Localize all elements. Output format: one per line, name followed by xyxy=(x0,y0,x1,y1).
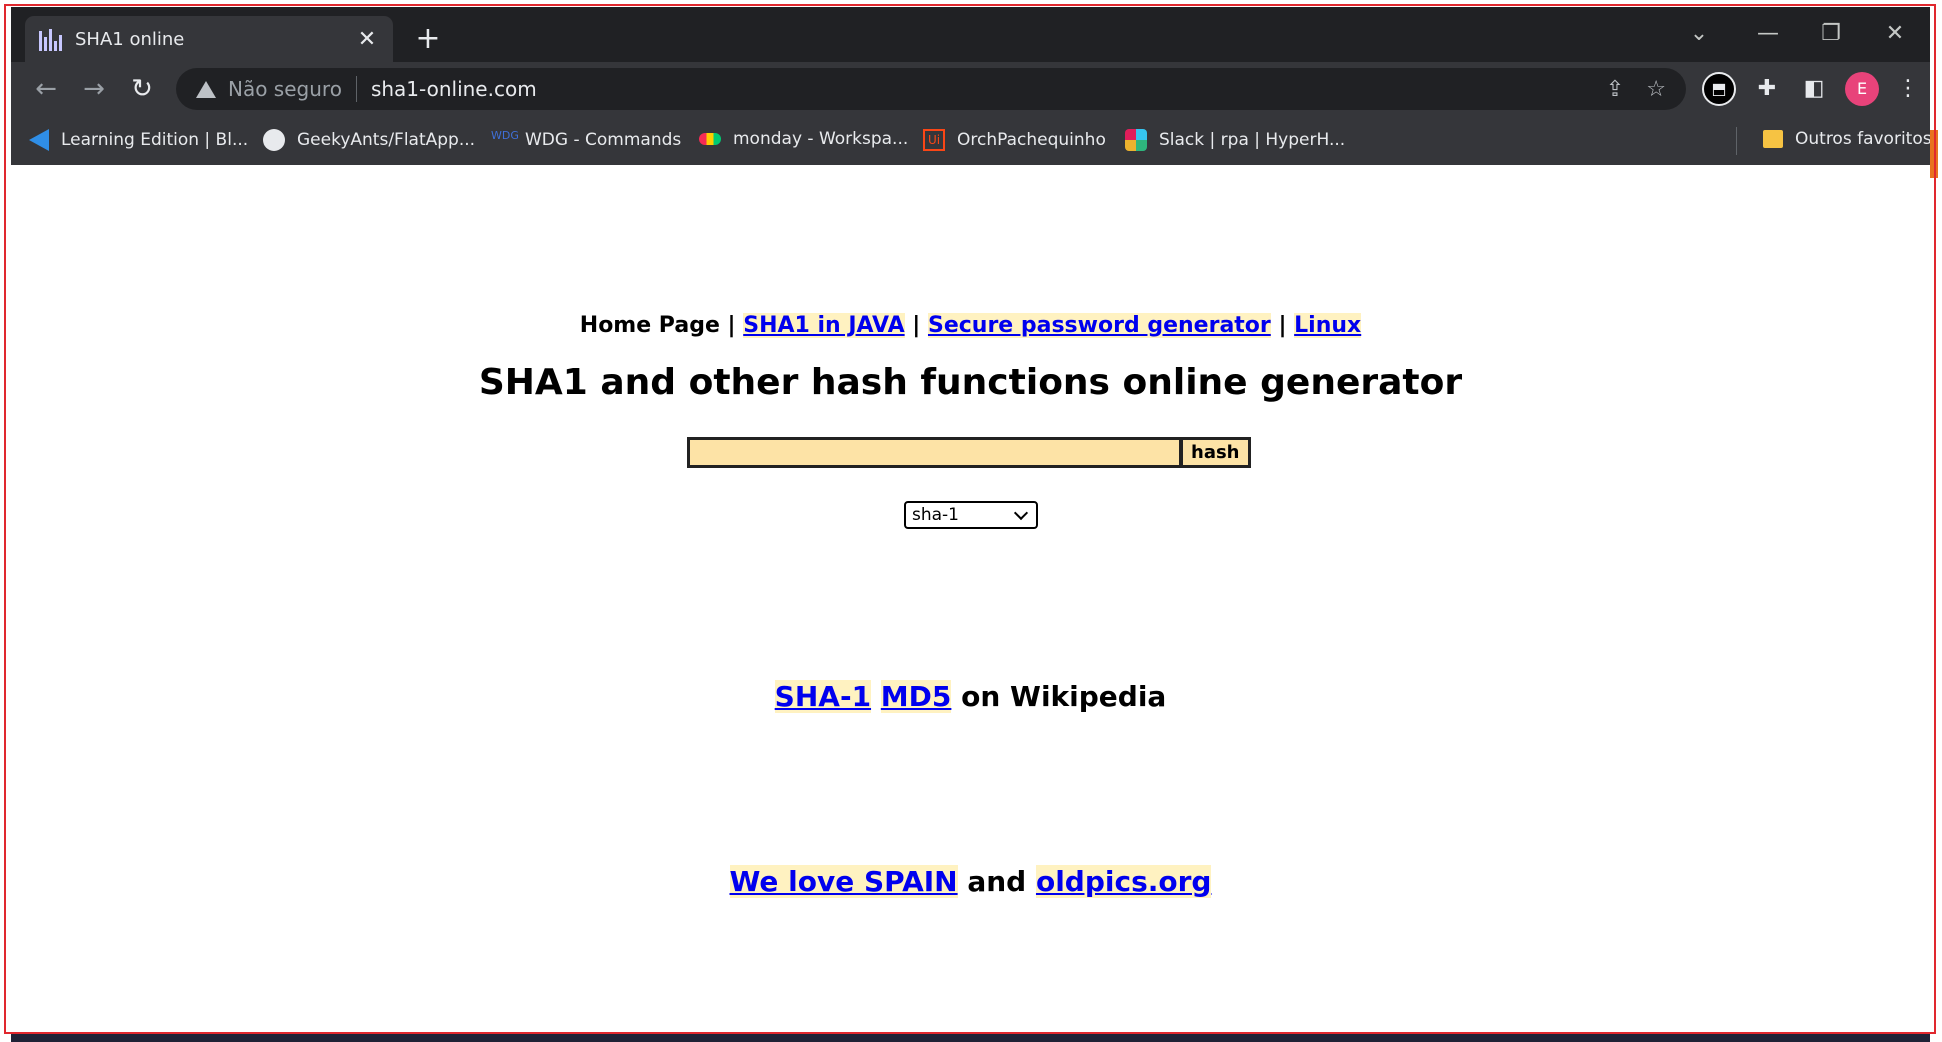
profile-avatar[interactable]: E xyxy=(1845,72,1879,106)
browser-chrome: SHA1 online ✕ + ⌄ — ❐ ✕ ← → ↻ Não seguro… xyxy=(11,7,1932,166)
bookmark-monday[interactable]: monday - Workspa... xyxy=(699,129,908,149)
bookmark-label: OrchPachequinho xyxy=(957,130,1106,150)
omnibox-divider xyxy=(355,76,357,102)
sha1-wikipedia-link[interactable]: SHA-1 xyxy=(774,680,872,713)
bookmark-label: monday - Workspa... xyxy=(733,129,909,149)
address-bar[interactable]: Não seguro sha1-online.com ⇪ ☆ xyxy=(176,68,1686,110)
tab-title: SHA1 online xyxy=(75,28,185,50)
site-nav: Home Page | SHA1 in JAVA | Secure passwo… xyxy=(11,313,1930,338)
extension-icon[interactable]: ⬒ xyxy=(1702,72,1736,106)
hash-button[interactable]: hash xyxy=(1182,437,1251,468)
restore-icon[interactable]: ❐ xyxy=(1811,21,1851,46)
bookmark-label: Outros favoritos xyxy=(1795,129,1932,149)
nav-separator: | xyxy=(904,313,928,338)
hash-form: hash xyxy=(687,437,1251,468)
algorithm-select[interactable]: sha-1 xyxy=(904,501,1038,529)
we-love-spain-link[interactable]: We love SPAIN xyxy=(729,865,958,898)
bookmark-geekyants[interactable]: GeekyAnts/FlatApp... xyxy=(263,129,475,151)
promo-links: We love SPAIN and oldpics.org xyxy=(11,865,1930,898)
wikipedia-links: SHA-1 MD5 on Wikipedia xyxy=(11,680,1930,713)
wikipedia-suffix: on Wikipedia xyxy=(961,680,1167,713)
menu-kebab-icon[interactable]: ⋮ xyxy=(1891,72,1925,106)
minimize-icon[interactable]: — xyxy=(1748,21,1788,46)
reload-icon[interactable]: ↻ xyxy=(125,74,159,104)
bookmark-orchpachequinho[interactable]: Ui OrchPachequinho xyxy=(923,129,1106,151)
security-label[interactable]: Não seguro xyxy=(228,77,342,101)
algorithm-selected-value: sha-1 xyxy=(912,505,959,525)
nav-separator: | xyxy=(1270,313,1295,338)
hash-input[interactable] xyxy=(687,437,1182,468)
bookmark-star-icon[interactable]: ☆ xyxy=(1646,77,1666,102)
tab-sha1-online[interactable]: SHA1 online ✕ xyxy=(25,16,393,62)
taskbar-edge xyxy=(11,1032,1930,1042)
chevron-down-icon xyxy=(1013,505,1029,520)
bookmark-slack[interactable]: Slack | rpa | HyperH... xyxy=(1125,129,1345,151)
azure-icon xyxy=(29,129,49,151)
bookmark-outros-favoritos[interactable]: Outros favoritos xyxy=(1763,129,1932,149)
promo-and-text: and xyxy=(967,865,1027,898)
md5-wikipedia-link[interactable]: MD5 xyxy=(880,680,952,713)
tab-strip: SHA1 online ✕ + ⌄ — ❐ ✕ xyxy=(11,7,1930,62)
bookmark-label: GeekyAnts/FlatApp... xyxy=(297,130,476,150)
bookmark-label: Slack | rpa | HyperH... xyxy=(1159,130,1346,150)
github-icon xyxy=(263,129,285,151)
linux-link[interactable]: Linux xyxy=(1294,313,1362,338)
puzzle-extensions-icon[interactable]: ✚ xyxy=(1750,72,1784,106)
slack-icon xyxy=(1125,129,1147,151)
bookmark-wdg-commands[interactable]: WDG WDG - Commands xyxy=(491,129,681,151)
bookmark-learning-edition[interactable]: Learning Edition | Bl... xyxy=(29,129,248,151)
oldpics-link[interactable]: oldpics.org xyxy=(1035,865,1212,898)
nav-separator: | xyxy=(719,313,744,338)
monday-icon xyxy=(699,133,721,145)
tab-close-icon[interactable]: ✕ xyxy=(355,27,379,52)
forward-icon[interactable]: → xyxy=(77,74,111,104)
sha1-java-link[interactable]: SHA1 in JAVA xyxy=(743,313,905,338)
back-icon[interactable]: ← xyxy=(29,74,63,104)
page-title: SHA1 and other hash functions online gen… xyxy=(478,362,1463,403)
bookmark-label: Learning Edition | Bl... xyxy=(61,130,249,150)
scrollbar-accent xyxy=(1930,130,1938,178)
side-panel-icon[interactable]: ◧ xyxy=(1797,72,1831,106)
new-tab-button[interactable]: + xyxy=(411,21,445,56)
url-text[interactable]: sha1-online.com xyxy=(371,77,1584,101)
uipath-icon: Ui xyxy=(923,129,945,151)
folder-icon xyxy=(1763,130,1783,148)
bookmarks-divider xyxy=(1736,127,1737,155)
share-icon[interactable]: ⇪ xyxy=(1606,77,1624,102)
page-content: Home Page | SHA1 in JAVA | Secure passwo… xyxy=(11,165,1930,1032)
window-close-icon[interactable]: ✕ xyxy=(1875,21,1915,46)
bookmarks-bar: Learning Edition | Bl... GeekyAnts/FlatA… xyxy=(11,117,1932,166)
tab-search-icon[interactable]: ⌄ xyxy=(1679,21,1719,46)
warning-icon[interactable] xyxy=(196,80,216,98)
password-generator-link[interactable]: Secure password generator xyxy=(927,313,1271,338)
toolbar: ← → ↻ Não seguro sha1-online.com ⇪ ☆ ⬒ ✚… xyxy=(11,62,1930,117)
wdg-icon: WDG xyxy=(491,129,519,142)
bookmark-label: WDG - Commands xyxy=(525,130,682,150)
home-page-label: Home Page xyxy=(579,313,720,338)
tab-favicon-icon xyxy=(39,27,65,51)
